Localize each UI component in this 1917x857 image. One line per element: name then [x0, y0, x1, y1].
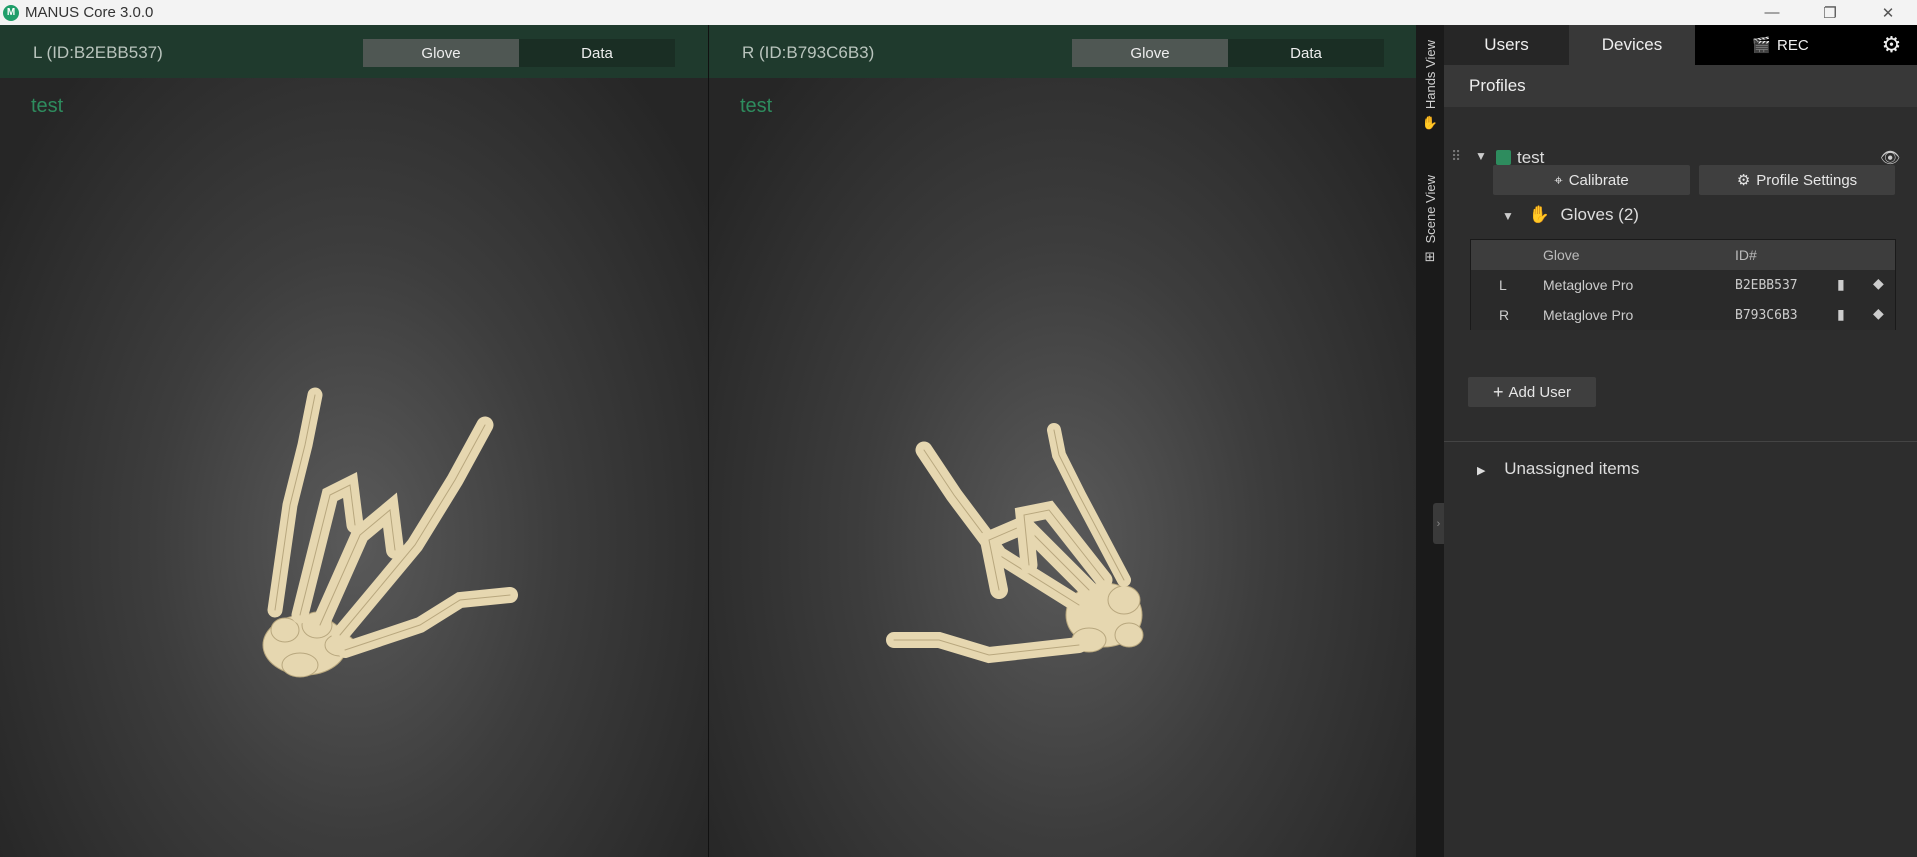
profile-settings-label: Profile Settings	[1756, 171, 1858, 189]
right-view-header: R (ID:B793C6B3) Glove Data	[709, 25, 1416, 78]
col-id: ID#	[1735, 247, 1757, 263]
gloves-group-row[interactable]: ▼ ✋ Gloves (2)	[1502, 205, 1639, 225]
left-tab-data[interactable]: Data	[519, 39, 675, 67]
glove-model: Metaglove Pro	[1543, 277, 1634, 293]
minimize-button[interactable]: —	[1743, 0, 1801, 25]
drag-handle-icon[interactable]: ⠿	[1451, 148, 1461, 165]
tab-scene-view[interactable]: Scene View ⊞	[1416, 175, 1444, 265]
right-glove-id: R (ID:B793C6B3)	[742, 43, 875, 62]
gloves-chevron-down-icon[interactable]: ▼	[1502, 209, 1514, 223]
unassigned-items-label: Unassigned items	[1504, 459, 1640, 478]
right-hand-view[interactable]: R (ID:B793C6B3) Glove Data test	[709, 25, 1416, 857]
gloves-table: Glove ID# L Metaglove Pro B2EBB537 ▮ ◆ R…	[1470, 239, 1896, 330]
right-tab-data[interactable]: Data	[1228, 39, 1384, 67]
wifi-signal-icon: ◆	[1873, 305, 1884, 321]
add-user-label: Add User	[1508, 383, 1572, 401]
tab-users[interactable]: Users	[1444, 25, 1569, 65]
devices-panel: Users Devices 🎬 REC ⚙ Profiles ⠿ ▼ test …	[1444, 25, 1917, 857]
window-title: MANUS Core 3.0.0	[25, 4, 154, 21]
close-button[interactable]: ✕	[1859, 0, 1917, 25]
battery-icon: ▮	[1837, 276, 1845, 292]
right-hand-skeleton	[886, 423, 1144, 664]
hands-view-label: Hands View	[1422, 40, 1438, 110]
window-controls: — ❐ ✕	[1743, 0, 1917, 25]
rec-label: REC	[1777, 36, 1809, 54]
glove-side: L	[1499, 277, 1507, 293]
gear-icon: ⚙	[1736, 172, 1751, 189]
calibrate-label: Calibrate	[1568, 171, 1629, 189]
glove-id: B793C6B3	[1735, 308, 1798, 323]
tab-hands-view[interactable]: Hands View ✋	[1416, 40, 1444, 131]
tab-devices[interactable]: Devices	[1569, 25, 1695, 65]
panel-separator	[1444, 441, 1917, 442]
profiles-header: Profiles	[1444, 65, 1917, 107]
panel-collapse-handle[interactable]: ›	[1433, 503, 1444, 544]
right-tab-glove[interactable]: Glove	[1072, 39, 1228, 67]
app-logo-icon: M	[3, 4, 19, 21]
expand-chevron-down-icon[interactable]: ▼	[1475, 149, 1487, 163]
add-user-button[interactable]: + Add User	[1468, 377, 1596, 407]
left-hand-skeleton	[262, 387, 518, 678]
scene-view-label: Scene View	[1422, 175, 1438, 244]
plus-icon: +	[1492, 381, 1504, 402]
left-hand-view[interactable]: L (ID:B2EBB537) Glove Data test	[0, 25, 708, 857]
left-view-header: L (ID:B2EBB537) Glove Data	[0, 25, 708, 78]
table-row[interactable]: L Metaglove Pro B2EBB537 ▮ ◆	[1471, 270, 1895, 300]
clapperboard-icon: 🎬	[1752, 37, 1771, 54]
glove-model: Metaglove Pro	[1543, 307, 1634, 323]
table-row[interactable]: R Metaglove Pro B793C6B3 ▮ ◆	[1471, 300, 1895, 330]
gloves-label: Gloves (2)	[1560, 205, 1639, 224]
panel-tabs: Users Devices 🎬 REC ⚙	[1444, 25, 1917, 65]
user-profile-icon	[1496, 150, 1511, 165]
left-tab-glove[interactable]: Glove	[363, 39, 519, 67]
restore-button[interactable]: ❐	[1801, 0, 1859, 25]
unassigned-items-row[interactable]: ▶ Unassigned items	[1477, 459, 1639, 479]
glove-hand-icon: ✋	[1528, 205, 1550, 224]
scene-icon: ⊞	[1424, 249, 1436, 265]
left-glove-id: L (ID:B2EBB537)	[33, 43, 163, 62]
calibrate-button[interactable]: ⌖ Calibrate	[1493, 165, 1690, 195]
hand-icon: ✋	[1421, 115, 1439, 131]
chevron-right-icon[interactable]: ▶	[1477, 465, 1485, 477]
right-profile-name: test	[740, 95, 773, 117]
settings-gear-icon[interactable]: ⚙	[1866, 25, 1917, 65]
crosshair-icon: ⌖	[1554, 171, 1563, 189]
right-view-tabs: Glove Data	[1072, 39, 1384, 67]
title-bar: M MANUS Core 3.0.0 — ❐ ✕	[0, 0, 1917, 25]
glove-side: R	[1499, 307, 1510, 323]
side-tab-strip: Hands View ✋ Scene View ⊞	[1416, 25, 1444, 857]
profile-settings-button[interactable]: ⚙ Profile Settings	[1699, 165, 1895, 195]
wifi-signal-icon: ◆	[1873, 275, 1884, 291]
left-view-tabs: Glove Data	[363, 39, 675, 67]
battery-icon: ▮	[1837, 306, 1845, 322]
rec-button[interactable]: 🎬 REC	[1695, 25, 1866, 65]
gloves-table-header: Glove ID#	[1471, 240, 1895, 270]
glove-id: B2EBB537	[1735, 278, 1798, 293]
col-glove: Glove	[1543, 247, 1580, 263]
left-profile-name: test	[31, 95, 64, 117]
